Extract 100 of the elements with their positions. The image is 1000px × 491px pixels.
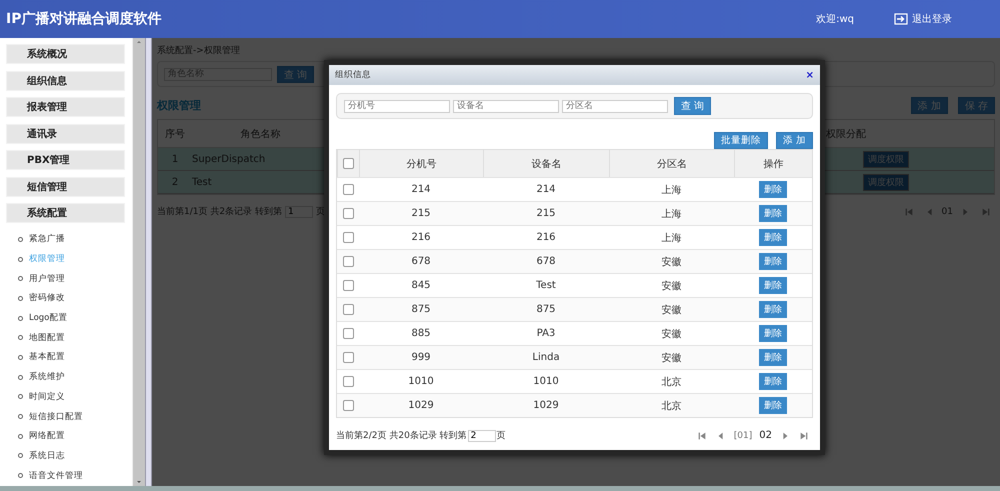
table-cell-text: 999 <box>410 352 432 363</box>
splitter-handle[interactable] <box>145 38 152 486</box>
row-checkbox[interactable] <box>342 376 354 387</box>
search-button[interactable]: 查 询 <box>674 97 712 115</box>
table-cell-text: 845 <box>410 280 432 291</box>
row-checkbox[interactable] <box>342 232 354 243</box>
filter-field[interactable]: 分区名 <box>562 100 668 112</box>
table-cell-text: 1010 <box>407 376 435 387</box>
dialog-title: 组织信息 <box>335 69 372 81</box>
first-page-icon[interactable] <box>696 430 707 440</box>
menu-group[interactable]: 组织信息 <box>6 70 125 90</box>
delete-button[interactable]: 删除 <box>759 373 787 390</box>
logout-icon <box>894 13 908 25</box>
scrollbar[interactable] <box>133 38 145 486</box>
delete-button[interactable]: 删除 <box>759 229 787 246</box>
toolbar-button[interactable]: 添 加 <box>776 132 813 149</box>
table-cell-text: Linda <box>531 352 561 363</box>
table-cell-text: 678 <box>535 256 557 267</box>
table-cell-text: 北京 <box>660 376 682 388</box>
delete-button[interactable]: 删除 <box>759 397 787 414</box>
row-checkbox[interactable] <box>342 280 354 291</box>
welcome-text: 欢迎:wq <box>816 12 854 26</box>
page-info: 当前第1/1页 共2条记录 转到第 <box>157 206 282 218</box>
section-title: 权限管理 <box>157 98 201 112</box>
table-cell-text: 216 <box>410 232 432 243</box>
column-header: 操作 <box>734 150 812 177</box>
column-header: 设备名 <box>483 150 609 177</box>
menu-item[interactable]: 用户管理 <box>6 268 132 289</box>
row-checkbox[interactable] <box>342 328 354 339</box>
row-checkbox[interactable] <box>342 184 354 195</box>
breadcrumb: 系统配置->权限管理 <box>157 44 241 57</box>
column-header: 角色名称 <box>240 128 282 140</box>
table-cell-text: 安徽 <box>660 256 682 268</box>
app-title: IP广播对讲融合调度软件 <box>6 10 162 28</box>
row-checkbox[interactable] <box>342 256 354 267</box>
table-cell-text: 885 <box>410 328 432 339</box>
menu-item[interactable]: 语音文件管理 <box>6 466 132 486</box>
table-cell-text: 安徽 <box>660 304 682 316</box>
column-header: 分机号 <box>359 150 483 177</box>
delete-button[interactable]: 删除 <box>759 301 787 318</box>
table-cell-text: 上海 <box>660 232 682 244</box>
menu-item[interactable]: 系统维护 <box>6 367 132 387</box>
table-cell-text: 875 <box>535 304 557 315</box>
row-checkbox[interactable] <box>342 304 354 315</box>
column-header: 权限分配 <box>826 128 867 140</box>
select-all-checkbox[interactable] <box>343 158 354 169</box>
menu-item[interactable]: 时间定义 <box>6 387 132 407</box>
delete-button[interactable]: 删除 <box>759 253 787 270</box>
menu-item[interactable]: 紧急广播 <box>6 230 132 250</box>
page-link[interactable]: 02 <box>756 430 775 441</box>
menu-group[interactable]: 系统概况 <box>6 44 125 64</box>
menu-item[interactable]: 网络配置 <box>6 426 132 446</box>
menu-group[interactable]: 系统配置 <box>6 203 125 223</box>
menu-item[interactable]: 基本配置 <box>6 348 132 368</box>
table-cell-text: 1029 <box>532 400 560 411</box>
table-cell-text: 安徽 <box>660 280 682 292</box>
table-cell-text: 安徽 <box>660 352 682 364</box>
table-cell-text: 215 <box>535 208 557 219</box>
table-cell-text: 北京 <box>660 400 682 412</box>
menu-item[interactable]: 地图配置 <box>6 328 132 348</box>
table-cell-text: 875 <box>410 304 432 315</box>
table-cell-text: Test <box>535 280 557 291</box>
column-header: 序号 <box>164 128 186 140</box>
table-cell-text: 215 <box>410 208 432 219</box>
menu-item[interactable]: Logo配置 <box>6 308 132 328</box>
toolbar-button[interactable]: 批量删除 <box>714 132 768 149</box>
row-checkbox[interactable] <box>342 208 354 219</box>
table-cell-text: 安徽 <box>660 328 682 340</box>
delete-button[interactable]: 删除 <box>759 277 787 294</box>
delete-button[interactable]: 删除 <box>759 181 787 198</box>
last-page-icon[interactable] <box>799 430 809 440</box>
page-info: 当前第2/2页 共20条记录 转到第 <box>336 430 467 442</box>
page-suffix: 页 <box>316 206 325 218</box>
filter-field[interactable]: 分机号 <box>344 100 450 112</box>
scroll-down-icon[interactable] <box>135 478 143 486</box>
page-link[interactable]: [01] <box>730 430 756 440</box>
menu-item[interactable]: 短信接口配置 <box>6 406 132 426</box>
close-button[interactable]: × <box>806 70 814 80</box>
menu-item[interactable]: 系统日志 <box>6 446 132 466</box>
table-cell-text: 214 <box>535 184 557 195</box>
logout-button[interactable]: 退出登录 <box>894 12 952 26</box>
delete-button[interactable]: 删除 <box>759 349 787 366</box>
row-checkbox[interactable] <box>342 352 354 363</box>
menu-group[interactable]: 通讯录 <box>6 124 125 144</box>
menu-group[interactable]: 短信管理 <box>6 176 125 196</box>
table-cell-text: 上海 <box>660 184 682 196</box>
delete-button[interactable]: 删除 <box>759 325 787 342</box>
menu-group[interactable]: PBX管理 <box>6 150 125 170</box>
table-cell-text: PA3 <box>536 328 556 339</box>
row-checkbox[interactable] <box>342 400 354 411</box>
table-cell-text: 1029 <box>407 400 435 411</box>
filter-field[interactable]: 设备名 <box>453 100 559 112</box>
menu-group[interactable]: 报表管理 <box>6 97 125 117</box>
table-cell-text: 1010 <box>532 376 560 387</box>
menu-item[interactable]: 密码修改 <box>6 288 132 308</box>
page-suffix: 页 <box>496 430 506 442</box>
table-cell-text: 216 <box>535 232 557 243</box>
table-cell-text: 678 <box>410 256 432 267</box>
page-field[interactable]: 2 <box>468 430 496 442</box>
delete-button[interactable]: 删除 <box>759 205 787 222</box>
